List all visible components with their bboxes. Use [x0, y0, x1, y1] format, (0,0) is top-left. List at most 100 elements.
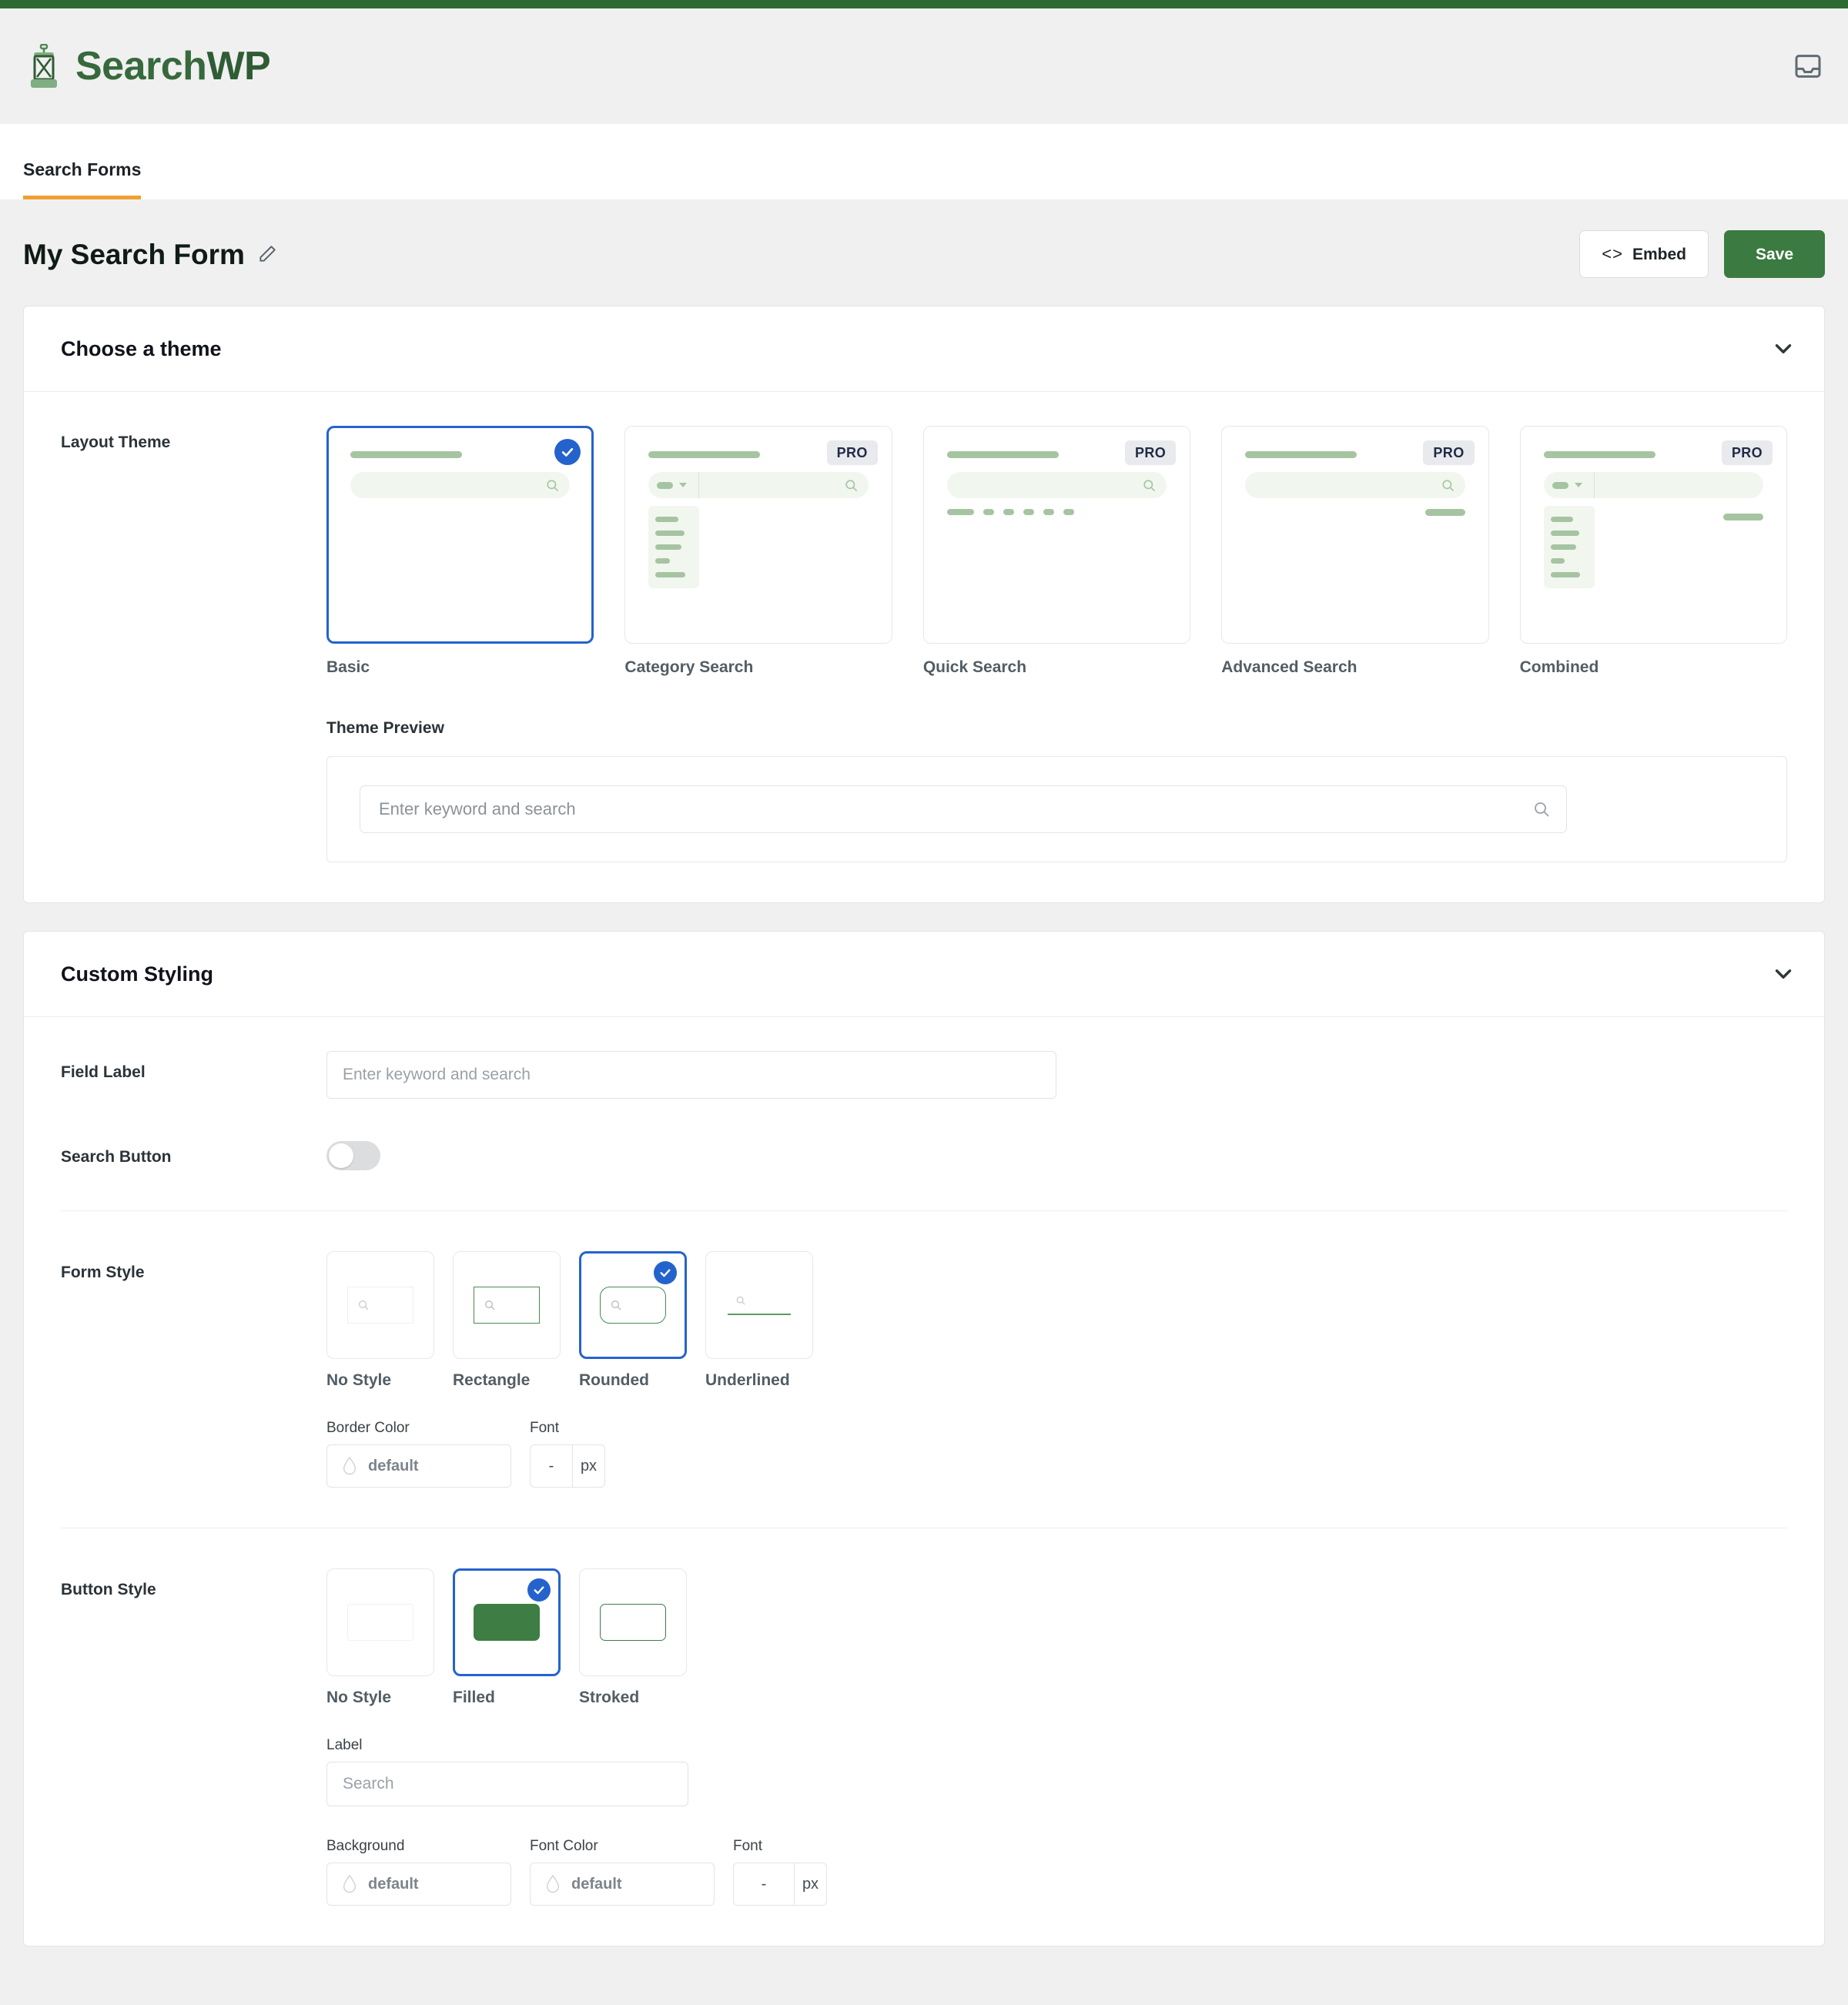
skeleton-button-row: [1245, 509, 1465, 516]
save-button-label: Save: [1755, 245, 1793, 263]
search-button-toggle[interactable]: [326, 1141, 380, 1170]
form-style-name: Rectangle: [453, 1371, 531, 1389]
theme-preview-placeholder: Enter keyword and search: [379, 799, 576, 818]
theme-option-advanced-search[interactable]: PRO Advanced Search: [1221, 426, 1489, 676]
font-color-field: Font Color default: [530, 1839, 715, 1906]
theme-option-combined[interactable]: PRO Combined: [1519, 426, 1788, 675]
theme-option-basic[interactable]: Basic: [326, 426, 594, 675]
search-button-row: Search Button: [61, 1136, 1787, 1170]
button-font-size-input[interactable]: -: [734, 1863, 794, 1905]
chevron-down-icon[interactable]: [1770, 336, 1796, 362]
theme-card-category-search[interactable]: PRO: [624, 426, 892, 644]
chevron-down-icon[interactable]: [1770, 961, 1796, 987]
form-style-card-rounded[interactable]: [579, 1251, 687, 1359]
search-icon: [545, 478, 560, 493]
font-color-label: Font Color: [530, 1838, 598, 1854]
font-color-input[interactable]: default: [530, 1863, 715, 1906]
color-droplet-icon: [341, 1456, 358, 1476]
theme-card-quick-search[interactable]: PRO: [922, 426, 1191, 644]
code-brackets-icon: <>: [1602, 244, 1623, 263]
border-color-field: Border Color default: [326, 1421, 511, 1488]
skeleton-dropdown-list: [648, 506, 700, 588]
button-font-input-group: - px: [733, 1863, 827, 1906]
page-title-row: My Search Form <> Embed Save: [0, 199, 1848, 306]
button-label-input[interactable]: Search: [326, 1762, 688, 1806]
button-style-option-filled[interactable]: Filled: [453, 1568, 561, 1705]
button-style-option-stroked[interactable]: Stroked: [579, 1568, 687, 1705]
page-title: My Search Form: [23, 238, 245, 270]
field-label-placeholder: Enter keyword and search: [343, 1066, 531, 1083]
form-font-size-input[interactable]: -: [531, 1445, 572, 1487]
brand-header: SearchWP: [0, 8, 1848, 124]
search-icon[interactable]: [1532, 800, 1551, 818]
pro-badge: PRO: [1423, 440, 1475, 465]
skeleton-label: [1245, 451, 1358, 458]
skeleton-tag-row: [946, 509, 1167, 515]
skeleton-label: [946, 451, 1059, 458]
inbox-icon[interactable]: [1793, 51, 1823, 82]
tab-search-forms[interactable]: Search Forms: [23, 161, 142, 199]
form-style-subfields: Border Color default Font - px: [326, 1421, 1787, 1488]
pencil-icon[interactable]: [245, 244, 277, 264]
background-label: Background: [326, 1838, 405, 1854]
form-style-name: Underlined: [705, 1371, 790, 1389]
theme-preview-box: Enter keyword and search: [326, 756, 1787, 862]
form-font-unit: px: [572, 1445, 604, 1487]
button-style-name: No Style: [326, 1689, 392, 1706]
check-circle-icon: [554, 439, 581, 465]
preview-field-no-style: [347, 1287, 413, 1324]
check-circle-icon: [527, 1578, 551, 1602]
theme-preview-search-input[interactable]: Enter keyword and search: [360, 785, 1567, 833]
choose-theme-panel-header[interactable]: Choose a theme: [24, 306, 1824, 392]
button-style-options: No Style Filled Stroked: [326, 1568, 1787, 1705]
theme-card-basic[interactable]: [326, 426, 594, 644]
form-style-card-underlined[interactable]: [705, 1251, 813, 1359]
skeleton-label: [350, 451, 462, 458]
custom-styling-title: Custom Styling: [61, 962, 214, 986]
embed-button[interactable]: <> Embed: [1579, 230, 1709, 278]
theme-card-combined[interactable]: PRO: [1519, 426, 1788, 644]
field-label-input[interactable]: Enter keyword and search: [326, 1051, 1056, 1099]
skeleton-label: [1543, 451, 1656, 458]
theme-option-quick-search[interactable]: PRO Quick Search: [922, 426, 1191, 676]
button-label-caption: Label: [326, 1737, 363, 1753]
choose-theme-panel: Choose a theme Layout Theme Basic PRO Ca…: [23, 306, 1825, 903]
preview-button-no-style: [347, 1604, 413, 1641]
skeleton-label: [648, 451, 761, 458]
skeleton-category-dropdown: [648, 472, 700, 498]
skeleton-button: [1723, 514, 1764, 520]
save-button[interactable]: Save: [1723, 230, 1825, 278]
custom-styling-panel-header[interactable]: Custom Styling: [24, 932, 1824, 1017]
theme-preview-title: Theme Preview: [326, 719, 444, 737]
brand-name: SearchWP: [75, 44, 271, 89]
field-label-caption: Field Label: [61, 1063, 146, 1081]
button-style-name: Stroked: [579, 1689, 640, 1706]
preview-field-rectangle: [474, 1287, 540, 1324]
theme-name: Advanced Search: [1221, 658, 1358, 676]
brand-logo-lockup[interactable]: SearchWP: [23, 44, 271, 89]
form-style-option-underlined[interactable]: Underlined: [705, 1251, 813, 1388]
button-style-card-no-style[interactable]: [326, 1568, 434, 1676]
lantern-logo-icon: [23, 44, 65, 89]
theme-card-advanced-search[interactable]: PRO: [1221, 426, 1489, 644]
form-style-option-rounded[interactable]: Rounded: [579, 1251, 687, 1388]
form-style-card-rectangle[interactable]: [453, 1251, 561, 1359]
header-actions: [1793, 51, 1823, 82]
button-style-caption: Button Style: [61, 1581, 156, 1598]
button-style-card-stroked[interactable]: [579, 1568, 687, 1676]
theme-name: Quick Search: [922, 658, 1027, 676]
form-style-option-no-style[interactable]: No Style: [326, 1251, 434, 1388]
form-style-card-no-style[interactable]: [326, 1251, 434, 1359]
form-style-name: No Style: [326, 1371, 392, 1389]
border-color-input[interactable]: default: [326, 1444, 511, 1488]
button-style-option-no-style[interactable]: No Style: [326, 1568, 434, 1705]
skeleton-search-bar: [1543, 472, 1764, 498]
form-font-field: Font - px: [530, 1421, 605, 1488]
button-style-card-filled[interactable]: [453, 1568, 561, 1676]
form-style-option-rectangle[interactable]: Rectangle: [453, 1251, 561, 1388]
theme-option-category-search[interactable]: PRO Category Search: [624, 426, 892, 675]
button-label-field: Label Search: [326, 1738, 688, 1806]
background-color-input[interactable]: default: [326, 1863, 511, 1906]
button-font-label: Font: [733, 1838, 763, 1854]
layout-theme-label: Layout Theme: [61, 433, 171, 451]
